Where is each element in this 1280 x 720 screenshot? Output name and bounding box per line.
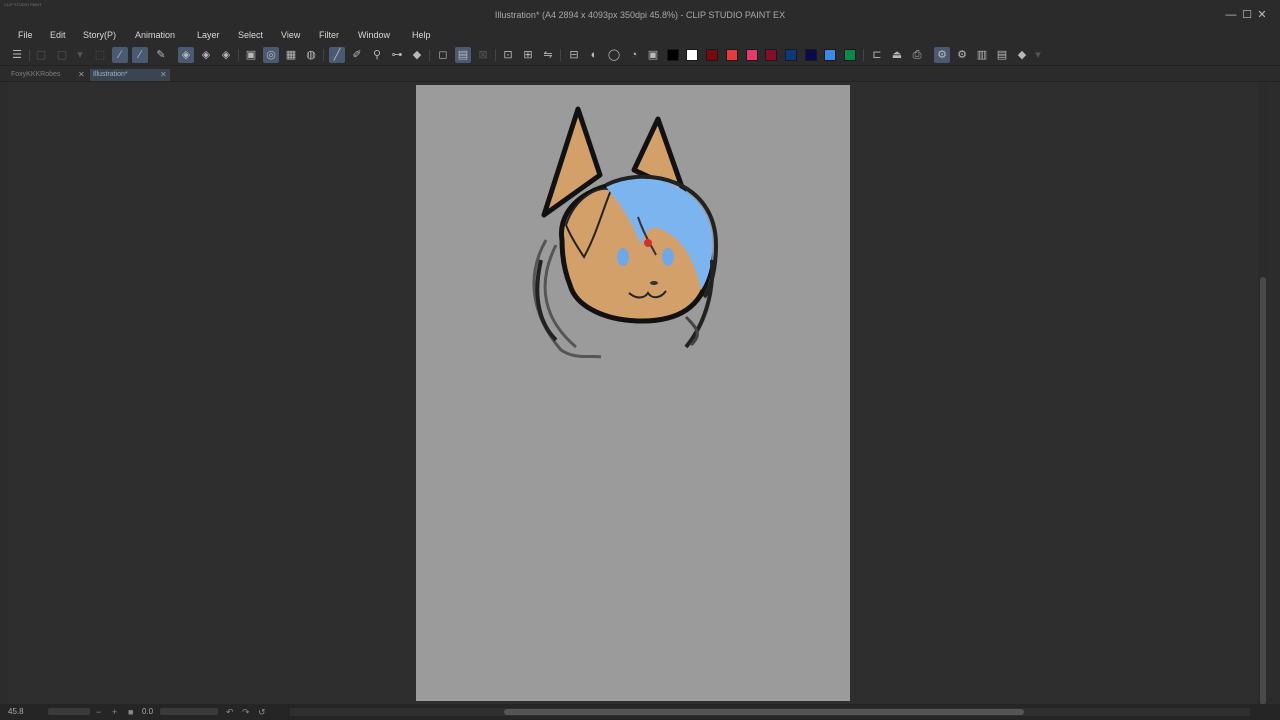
- horizontal-scrollbar[interactable]: [290, 708, 1250, 716]
- horizontal-scroll-thumb[interactable]: [504, 709, 1024, 715]
- fit-icon[interactable]: ■: [128, 706, 133, 718]
- color-set-icon[interactable]: ▣: [645, 47, 661, 63]
- color-swatch-red[interactable]: [726, 49, 738, 61]
- dropper-icon[interactable]: ◔: [626, 47, 642, 63]
- menu-view[interactable]: View: [281, 30, 300, 40]
- status-bar: 45.8 − + ■ 0.0 ↶ ↷ ↺: [0, 704, 1280, 720]
- edit-icon[interactable]: ✐: [349, 47, 365, 63]
- close-icon[interactable]: ✕: [78, 69, 85, 81]
- bucket-icon[interactable]: ◆: [409, 47, 425, 63]
- rotation-value[interactable]: 0.0: [142, 707, 153, 716]
- title-bar: CLIP STUDIO PAINT Illustration* (A4 2894…: [0, 0, 1280, 30]
- color-swatch-green[interactable]: [844, 49, 856, 61]
- loupe-icon[interactable]: ◯: [606, 47, 622, 63]
- magnifier-icon[interactable]: ⚲: [369, 47, 385, 63]
- zoom-value[interactable]: 45.8: [8, 707, 24, 716]
- vertical-scroll-thumb[interactable]: [1260, 277, 1266, 705]
- pen-icon[interactable]: ✎: [153, 47, 169, 63]
- menu-layer[interactable]: Layer: [197, 30, 220, 40]
- brush-icon[interactable]: ∕: [132, 47, 148, 63]
- rotate-left-icon[interactable]: ↶: [226, 706, 234, 718]
- print-icon[interactable]: ⎙: [909, 47, 925, 63]
- color-swatch-black[interactable]: [667, 49, 679, 61]
- dropdown-icon[interactable]: ▾: [72, 47, 88, 63]
- ruler-icon[interactable]: ⊶: [389, 47, 405, 63]
- tab-illustration[interactable]: Illustration* ✕: [90, 69, 170, 81]
- fill-icon[interactable]: ◍: [303, 47, 319, 63]
- layer-icon[interactable]: ◈: [178, 47, 194, 63]
- guide-icon[interactable]: ▤: [455, 47, 471, 63]
- flip-icon[interactable]: ⇋: [540, 47, 556, 63]
- folder-open-icon[interactable]: ⊏: [869, 47, 885, 63]
- menu-edit[interactable]: Edit: [50, 30, 66, 40]
- layer-merge-icon[interactable]: ◈: [218, 47, 234, 63]
- reset-rotation-icon[interactable]: ↺: [258, 706, 266, 718]
- close-button[interactable]: ✕: [1255, 9, 1269, 21]
- scale-icon[interactable]: ⊞: [520, 47, 536, 63]
- color-swatch-crimson[interactable]: [765, 49, 777, 61]
- color-swatch-navy[interactable]: [785, 49, 797, 61]
- panel-toggle-icon[interactable]: ▤: [994, 47, 1010, 63]
- panel-icon[interactable]: ◎: [263, 47, 279, 63]
- square-icon[interactable]: ◻: [435, 47, 451, 63]
- color-swatch-pink[interactable]: [746, 49, 758, 61]
- rotation-slider[interactable]: [160, 708, 218, 715]
- rotate-right-icon[interactable]: ↷: [242, 706, 250, 718]
- close-icon[interactable]: ✕: [160, 69, 167, 81]
- color-swatch-midnight[interactable]: [805, 49, 817, 61]
- grid-icon[interactable]: ▦: [283, 47, 299, 63]
- menu-select[interactable]: Select: [238, 30, 263, 40]
- minimize-button[interactable]: —: [1224, 9, 1238, 21]
- tab-label: Illustration*: [93, 71, 128, 78]
- fill-bucket-icon[interactable]: ◆: [1014, 47, 1030, 63]
- hamburger-icon[interactable]: ☰: [9, 47, 25, 63]
- text-icon[interactable]: ⊟: [566, 47, 582, 63]
- command-bar: ☰ ▢ ▢ ▾ ⬚ ∕ ∕ ✎ ◈ ◈ ◈ ▣ ◎ ▦ ◍ ╱ ✐ ⚲ ⊶ ◆ …: [0, 44, 1280, 66]
- vector-pen-icon[interactable]: ∕: [112, 47, 128, 63]
- zoom-slider[interactable]: [48, 708, 90, 715]
- color-swatch-white[interactable]: [686, 49, 698, 61]
- window-title: Illustration* (A4 2894 x 4093px 350dpi 4…: [494, 10, 786, 20]
- more-dropdown-icon[interactable]: ▾: [1030, 47, 1046, 63]
- color-swatch-dark-red[interactable]: [706, 49, 718, 61]
- menu-animation[interactable]: Animation: [135, 30, 175, 40]
- maximize-button[interactable]: ☐: [1240, 9, 1254, 21]
- layer-stack-icon[interactable]: ◈: [198, 47, 214, 63]
- transform-icon[interactable]: ⊡: [500, 47, 516, 63]
- lasso-icon[interactable]: ◐: [586, 47, 602, 63]
- app-icon: CLIP STUDIO PAINT: [4, 2, 42, 7]
- line-icon[interactable]: ╱: [329, 47, 345, 63]
- new-icon[interactable]: ▢: [33, 47, 49, 63]
- gear-icon[interactable]: ⚙: [954, 47, 970, 63]
- menu-file[interactable]: File: [18, 30, 33, 40]
- zoom-in-icon[interactable]: +: [112, 706, 117, 718]
- menu-help[interactable]: Help: [412, 30, 431, 40]
- drawing-canvas[interactable]: [416, 85, 850, 701]
- zoom-out-icon[interactable]: −: [96, 706, 101, 718]
- tab-label: FoxyKKKRobes: [11, 71, 61, 78]
- crop-icon[interactable]: ⊠: [475, 47, 491, 63]
- menu-filter[interactable]: Filter: [319, 30, 339, 40]
- document-tabs: FoxyKKKRobes ✕ Illustration* ✕: [0, 67, 1280, 82]
- fox-character-sketch: [532, 106, 719, 359]
- vertical-scrollbar[interactable]: [1258, 82, 1268, 705]
- menu-window[interactable]: Window: [358, 30, 390, 40]
- settings-icon[interactable]: ⚙: [934, 47, 950, 63]
- preview-icon[interactable]: ▥: [974, 47, 990, 63]
- color-swatch-blue[interactable]: [824, 49, 836, 61]
- select-tool-icon[interactable]: ⬚: [92, 47, 108, 63]
- menu-bar: File Edit Story(P) Animation Layer Selec…: [0, 30, 1280, 44]
- menu-story[interactable]: Story(P): [83, 30, 116, 40]
- frame-icon[interactable]: ▣: [243, 47, 259, 63]
- export-icon[interactable]: ⏏: [889, 47, 905, 63]
- open-icon[interactable]: ▢: [54, 47, 70, 63]
- tab-foxykkkrobes[interactable]: FoxyKKKRobes ✕: [8, 69, 88, 81]
